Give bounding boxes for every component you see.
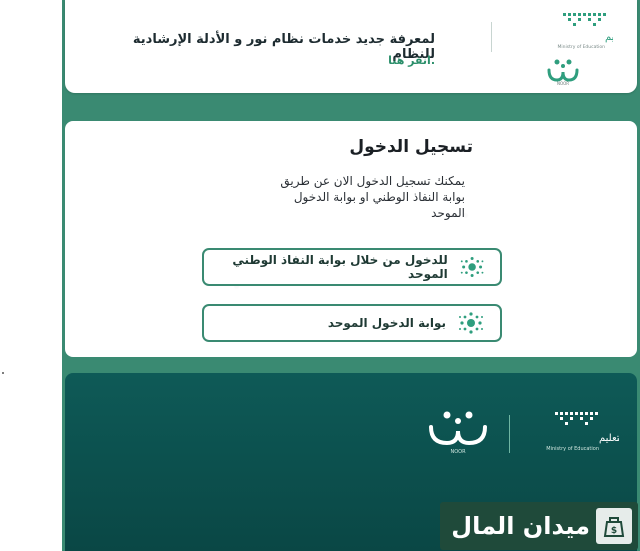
login-card: تسجيل الدخول يمكنك تسجيل الدخول الان عن … <box>65 121 637 357</box>
unified-login-label: بوابة الدخول الموحد <box>327 316 446 330</box>
nafath-login-button[interactable]: للدخول من خلال بوابة النفاذ الوطني الموح… <box>202 248 502 286</box>
dollar-bag-icon: $ <box>596 508 632 544</box>
ministry-of-education-logo: وزارة التعليم Ministry of Education <box>558 13 613 50</box>
moe-footer-ar-text: وزارة التعليم <box>599 433 619 444</box>
footer-logo-divider <box>509 415 510 453</box>
watermark-text: ميدان المال <box>451 512 590 540</box>
noor-logo-footer: NOOR <box>429 411 487 455</box>
nafath-login-label: للدخول من خلال بوابة النفاذ الوطني الموح… <box>232 253 448 281</box>
login-title: تسجيل الدخول <box>349 137 473 157</box>
watermark: ميدان المال $ <box>440 502 638 550</box>
noor-logo: NOOR <box>547 59 579 86</box>
moe-en-text: Ministry of Education <box>558 44 606 50</box>
page-stage: لمعرفة جديد خدمات نظام نور و الأدلة الإر… <box>62 0 640 551</box>
login-description: يمكنك تسجيل الدخول الان عن طريق بوابة ال… <box>280 174 465 220</box>
noor-footer-text: NOOR <box>450 449 466 455</box>
unified-login-icon <box>459 312 483 334</box>
info-banner: لمعرفة جديد خدمات نظام نور و الأدلة الإر… <box>65 0 637 93</box>
nafath-icon <box>460 257 484 277</box>
moe-footer-en-text: Ministry of Education <box>546 446 599 452</box>
stray-dot <box>2 372 4 374</box>
svg-text:$: $ <box>611 526 617 536</box>
moe-ar-text: وزارة التعليم <box>605 32 613 43</box>
ministry-of-education-logo-footer: وزارة التعليم Ministry of Education <box>546 412 619 452</box>
noor-text: NOOR <box>557 81 569 86</box>
unified-login-button[interactable]: بوابة الدخول الموحد <box>202 304 502 342</box>
info-text: لمعرفة جديد خدمات نظام نور و الأدلة الإر… <box>132 32 435 62</box>
click-here-link[interactable]: .انقر هنا <box>388 54 435 67</box>
logo-divider <box>491 22 492 52</box>
